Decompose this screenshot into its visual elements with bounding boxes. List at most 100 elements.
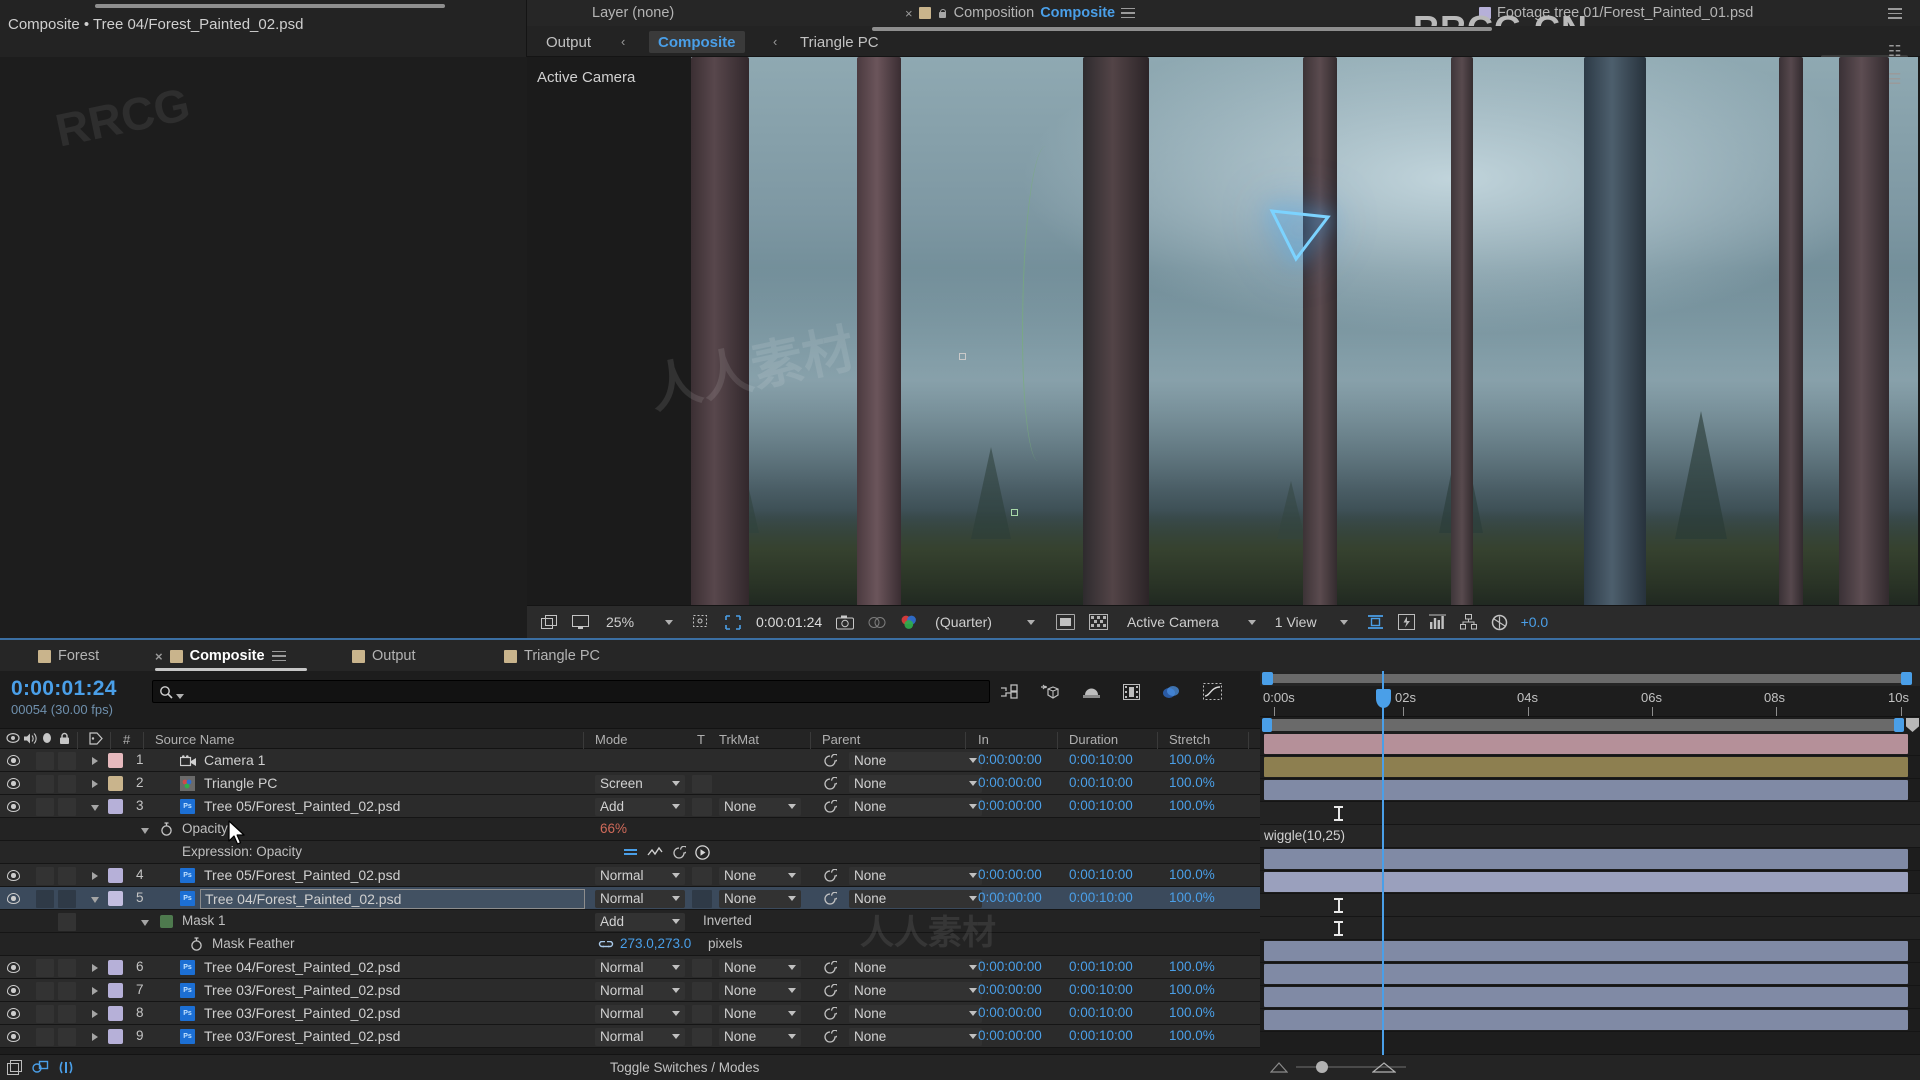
lock-icon[interactable]	[937, 8, 948, 19]
row-4-source-name[interactable]: Tree 05/Forest_Painted_02.psd	[204, 867, 400, 883]
opacity-stopwatch-icon[interactable]	[160, 822, 173, 836]
choose-grid-icon[interactable]	[685, 606, 717, 639]
row-8-pickwhip-icon[interactable]	[823, 1006, 840, 1021]
row-1-stretch[interactable]: 100.0%	[1169, 752, 1215, 767]
col-label-icon[interactable]	[89, 732, 103, 748]
row-9-source-name[interactable]: Tree 03/Forest_Painted_02.psd	[204, 1028, 400, 1044]
view-layout-dropdown[interactable]	[1324, 606, 1360, 639]
row-8-stretch[interactable]: 100.0%	[1169, 1005, 1215, 1020]
row-7-visibility-icon[interactable]	[7, 985, 20, 996]
col-parent-label[interactable]: Parent	[822, 732, 860, 747]
row-9-duration[interactable]: 0:00:10:00	[1069, 1028, 1133, 1043]
col-trkmat-label[interactable]: TrkMat	[719, 732, 759, 747]
row-2-source-name[interactable]: Triangle PC	[204, 775, 277, 791]
expression-enable-icon[interactable]	[623, 846, 638, 862]
row-6-trkmat-dropdown[interactable]: None	[719, 958, 801, 977]
row-7-label-swatch[interactable]	[108, 983, 123, 998]
live-update-icon[interactable]	[1000, 683, 1019, 703]
anchor-point-handle[interactable]	[959, 353, 966, 360]
mask-row[interactable]: Mask 1 Add Inverted	[0, 910, 1260, 933]
row-4-solo-cell[interactable]	[58, 866, 76, 885]
frame-blending-icon[interactable]	[1123, 683, 1140, 703]
row-6-in-point[interactable]: 0:00:00:00	[978, 959, 1042, 974]
work-area-end-handle[interactable]	[1901, 672, 1912, 685]
row-9-parent-dropdown[interactable]: None	[849, 1027, 982, 1046]
timeline-tab-triangle-pc[interactable]: Triangle PC	[504, 644, 600, 668]
row-1-duration[interactable]: 0:00:10:00	[1069, 752, 1133, 767]
panel-menu-icon[interactable]	[1121, 7, 1136, 19]
zoom-out-icon[interactable]	[1269, 1060, 1289, 1076]
row-4-label-swatch[interactable]	[108, 868, 123, 883]
row-7-in-point[interactable]: 0:00:00:00	[978, 982, 1042, 997]
region-of-interest-icon[interactable]	[717, 606, 749, 639]
row-3-duration[interactable]: 0:00:10:00	[1069, 798, 1133, 813]
row-1-solo-cell[interactable]	[58, 751, 76, 770]
work-area-start-handle-2[interactable]	[1262, 718, 1272, 732]
row-9-solo-cell[interactable]	[58, 1027, 76, 1046]
mask-mode-dropdown[interactable]: Add	[595, 912, 685, 931]
col-solo-icon[interactable]	[41, 732, 53, 747]
row-5-audio-cell[interactable]	[36, 889, 54, 908]
row-2-visibility-icon[interactable]	[7, 778, 20, 789]
timeline-histogram-icon[interactable]	[1422, 606, 1453, 639]
table-row[interactable]: 1 Camera 1 None 0:00:00:00 0:00:10:00 10…	[0, 749, 1260, 772]
row-7-trkmat-dropdown[interactable]: None	[719, 981, 801, 1000]
frame-render-time-icon[interactable]	[7, 1060, 23, 1078]
row-9-mode-dropdown[interactable]: Normal	[595, 1027, 685, 1046]
layer-bar-tree-03-c[interactable]	[1264, 1010, 1908, 1030]
row-5-pickwhip-icon[interactable]	[823, 891, 840, 906]
layer-bar-tree-03-b[interactable]	[1264, 987, 1908, 1007]
row-2-solo-cell[interactable]	[58, 774, 76, 793]
current-time-indicator-head[interactable]	[1376, 689, 1391, 708]
row-2-in-point[interactable]: 0:00:00:00	[978, 775, 1042, 790]
row-9-pickwhip-icon[interactable]	[823, 1029, 840, 1044]
row-4-trkmat-dropdown[interactable]: None	[719, 866, 801, 885]
col-lock-icon[interactable]	[58, 732, 71, 748]
toggle-mask-paths-icon[interactable]	[1082, 606, 1115, 639]
layer-bar-triangle-pc[interactable]	[1264, 757, 1908, 777]
mask-color-swatch[interactable]	[160, 915, 173, 928]
col-audio-icon[interactable]	[23, 732, 37, 748]
viewer-scrollbar[interactable]	[872, 27, 1492, 31]
col-mode-label[interactable]: Mode	[595, 732, 628, 747]
row-1-expand-triangle-icon[interactable]	[92, 757, 98, 765]
pickwhip-icon[interactable]	[672, 845, 689, 863]
row-9-trkmat-dropdown[interactable]: None	[719, 1027, 801, 1046]
row-7-audio-cell[interactable]	[36, 981, 54, 1000]
work-area-start-handle[interactable]	[1262, 672, 1273, 685]
row-2-audio-cell[interactable]	[36, 774, 54, 793]
breadcrumb-item-output[interactable]: Output	[546, 31, 591, 53]
row-5-stretch[interactable]: 100.0%	[1169, 890, 1215, 905]
row-2-pickwhip-icon[interactable]	[823, 776, 840, 791]
row-1-parent-dropdown[interactable]: None	[849, 751, 982, 770]
row-3-solo-cell[interactable]	[58, 797, 76, 816]
row-6-mode-dropdown[interactable]: Normal	[595, 958, 685, 977]
row-1-label-swatch[interactable]	[108, 753, 123, 768]
row-5-duration[interactable]: 0:00:10:00	[1069, 890, 1133, 905]
table-row[interactable]: 2 Triangle PC Screen None 0:00:00:00 0:0…	[0, 772, 1260, 795]
rail-align-icon[interactable]: ☰	[1888, 70, 1901, 88]
layer-bar-tree-04-b[interactable]	[1264, 941, 1908, 961]
row-4-t-cell[interactable]	[692, 866, 712, 885]
graph-icon[interactable]	[647, 846, 663, 862]
row-8-source-name[interactable]: Tree 03/Forest_Painted_02.psd	[204, 1005, 400, 1021]
mask-collapse-triangle-icon[interactable]	[141, 919, 149, 930]
row-4-in-point[interactable]: 0:00:00:00	[978, 867, 1042, 882]
row-8-in-point[interactable]: 0:00:00:00	[978, 1005, 1042, 1020]
composition-canvas[interactable]	[691, 57, 1918, 611]
row-3-trkmat-dropdown[interactable]: None	[719, 797, 801, 816]
mask-inverted-label[interactable]: Inverted	[703, 913, 752, 928]
row-8-t-cell[interactable]	[692, 1004, 712, 1023]
row-9-audio-cell[interactable]	[36, 1027, 54, 1046]
magnification-dropdown[interactable]	[658, 606, 685, 639]
track-row[interactable]: wiggle(10,25)	[1260, 825, 1920, 848]
row-5-collapse-triangle-icon[interactable]	[91, 896, 99, 907]
track-row[interactable]	[1260, 894, 1920, 917]
row-3-t-cell[interactable]	[692, 797, 712, 816]
row-4-visibility-icon[interactable]	[7, 870, 20, 881]
opacity-collapse-triangle-icon[interactable]	[141, 827, 149, 838]
time-ruler[interactable]: 0:00s 02s 04s 06s 08s 10s	[1260, 686, 1920, 717]
row-5-trkmat-dropdown[interactable]: None	[719, 889, 801, 908]
table-row[interactable]: 4 Ps Tree 05/Forest_Painted_02.psd Norma…	[0, 864, 1260, 887]
row-4-pickwhip-icon[interactable]	[823, 868, 840, 883]
